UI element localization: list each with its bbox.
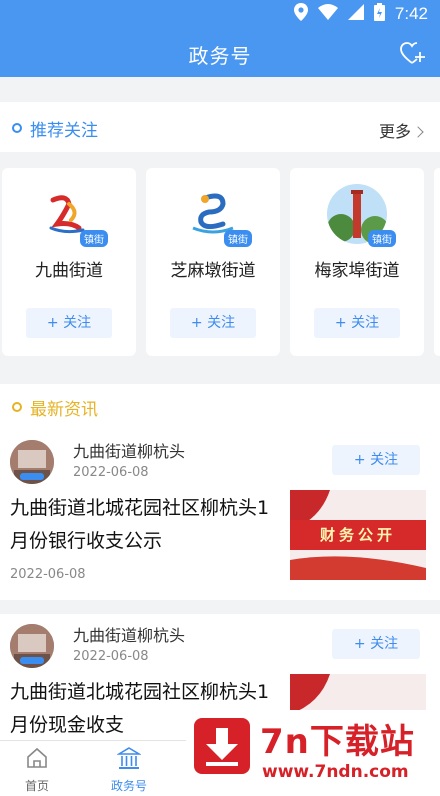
watermark-url: www.7ndn.com (262, 762, 409, 782)
government-icon (117, 747, 141, 769)
chevron-right-icon (412, 126, 424, 138)
watermark: 7n下载站 www.7ndn.com (186, 710, 440, 796)
avatar (10, 440, 54, 484)
status-bar: 7:42 (0, 0, 440, 26)
status-time: 7:42 (394, 4, 428, 23)
more-link[interactable]: 更多 (378, 118, 424, 142)
recommend-card-partial[interactable] (434, 168, 440, 356)
news-date: 2022-06-08 (10, 567, 86, 582)
section-ring-icon (12, 123, 22, 133)
card-name: 梅家埠街道 (314, 261, 400, 281)
follow-button[interactable]: + 关注 (26, 308, 112, 338)
thumbnail-text: 财务公开 (290, 520, 426, 550)
follow-button[interactable]: + 关注 (332, 445, 420, 475)
recommend-title: 推荐关注 (30, 121, 98, 141)
recommend-card[interactable]: 镇街 梅家埠街道 + 关注 (290, 168, 424, 356)
card-badge: 镇街 (80, 230, 108, 247)
watermark-title: 7n下载站 (260, 722, 415, 762)
signal-icon (347, 4, 364, 24)
nav-label: 政务号 (110, 779, 147, 793)
more-label: 更多 (378, 122, 411, 141)
news-thumbnail[interactable]: 财务公开 (290, 490, 426, 580)
news-author: 九曲街道柳杭头 (73, 626, 186, 645)
location-icon (293, 3, 308, 25)
avatar (10, 624, 54, 668)
follow-button[interactable]: + 关注 (314, 308, 400, 338)
wifi-icon (317, 4, 338, 24)
news-item[interactable]: 九曲街道柳杭头 2022-06-08 + 关注 九曲街道北城花园社区柳杭头1月份… (0, 430, 440, 600)
nav-home[interactable]: 首页 (0, 741, 82, 796)
news-author: 九曲街道柳杭头 (73, 442, 186, 461)
news-headline[interactable]: 九曲街道北城花园社区柳杭头1月份银行收支公示 (10, 492, 278, 558)
card-badge: 镇街 (224, 230, 252, 247)
card-badge: 镇街 (368, 230, 396, 247)
recommend-card[interactable]: 镇街 芝麻墩街道 + 关注 (146, 168, 280, 356)
news-author-date: 2022-06-08 (73, 465, 149, 480)
news-author-date: 2022-06-08 (73, 649, 149, 664)
news-header: 最新资讯 (0, 384, 440, 430)
follow-button[interactable]: + 关注 (332, 629, 420, 659)
download-icon (194, 718, 250, 774)
recommend-header: 推荐关注 更多 (0, 102, 440, 152)
recommend-cards: 镇街 九曲街道 + 关注 镇街 芝麻墩街道 + 关注 镇街 梅家埠街道 + 关注 (0, 168, 440, 356)
page-title: 政务号 (188, 44, 252, 68)
news-title: 最新资讯 (30, 400, 98, 420)
nav-label: 首页 (24, 779, 49, 793)
section-ring-icon (12, 402, 22, 412)
battery-icon (373, 3, 385, 25)
nav-government[interactable]: 政务号 (84, 741, 174, 796)
home-icon (27, 747, 47, 768)
heart-plus-icon[interactable] (400, 42, 426, 66)
recommend-card[interactable]: 镇街 九曲街道 + 关注 (2, 168, 136, 356)
card-name: 九曲街道 (35, 261, 103, 281)
follow-button[interactable]: + 关注 (170, 308, 256, 338)
card-name: 芝麻墩街道 (170, 261, 256, 281)
app-header: 7:42 政务号 (0, 0, 440, 77)
